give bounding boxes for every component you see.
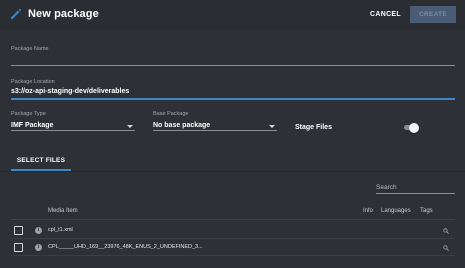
table-header-divider	[11, 219, 455, 220]
info-icon[interactable]: i	[35, 227, 42, 234]
media-item-name: CPL_____UHD_169__23976_48K_ENUS_2_UNDEFI…	[48, 244, 203, 250]
create-button[interactable]: CREATE	[410, 6, 456, 23]
search-input[interactable]	[376, 181, 455, 194]
cancel-button[interactable]: CANCEL	[362, 8, 409, 22]
base-package-select[interactable]: No base package	[153, 122, 210, 129]
pencil-icon	[11, 8, 22, 19]
base-package-underline	[153, 130, 277, 131]
package-name-field[interactable]	[11, 65, 455, 66]
media-item-name: cpl_t1.xml	[48, 227, 73, 233]
base-package-label: Base Package	[153, 111, 189, 117]
column-languages: Languages	[381, 208, 411, 214]
tab-select-files[interactable]: SELECT FILES	[11, 152, 71, 169]
chevron-down-icon[interactable]	[127, 125, 133, 128]
tabs-divider	[0, 171, 465, 172]
column-tags: Tags	[420, 208, 433, 214]
info-icon[interactable]: i	[35, 244, 42, 251]
column-info: Info	[363, 208, 374, 214]
row-divider	[11, 238, 455, 239]
package-location-label: Package Location	[11, 79, 55, 85]
row-divider	[11, 255, 455, 256]
search-icon[interactable]	[443, 228, 449, 234]
stage-files-label: Stage Files	[295, 124, 332, 131]
stage-files-toggle-knob[interactable]	[409, 122, 419, 133]
package-name-label: Package Name	[11, 46, 49, 52]
package-type-underline	[11, 130, 135, 131]
package-location-field[interactable]: s3://oz-api-staging-dev/deliverables	[11, 88, 129, 95]
package-location-underline	[11, 98, 455, 100]
search-icon[interactable]	[443, 245, 449, 251]
row-checkbox[interactable]	[14, 226, 23, 235]
chevron-down-icon[interactable]	[269, 125, 275, 128]
package-type-select[interactable]: IMF Package	[11, 122, 53, 129]
row-checkbox[interactable]	[14, 243, 23, 252]
package-type-label: Package Type	[11, 111, 46, 117]
column-media-item: Media Item	[48, 208, 78, 214]
dialog-title: New package	[28, 8, 99, 20]
